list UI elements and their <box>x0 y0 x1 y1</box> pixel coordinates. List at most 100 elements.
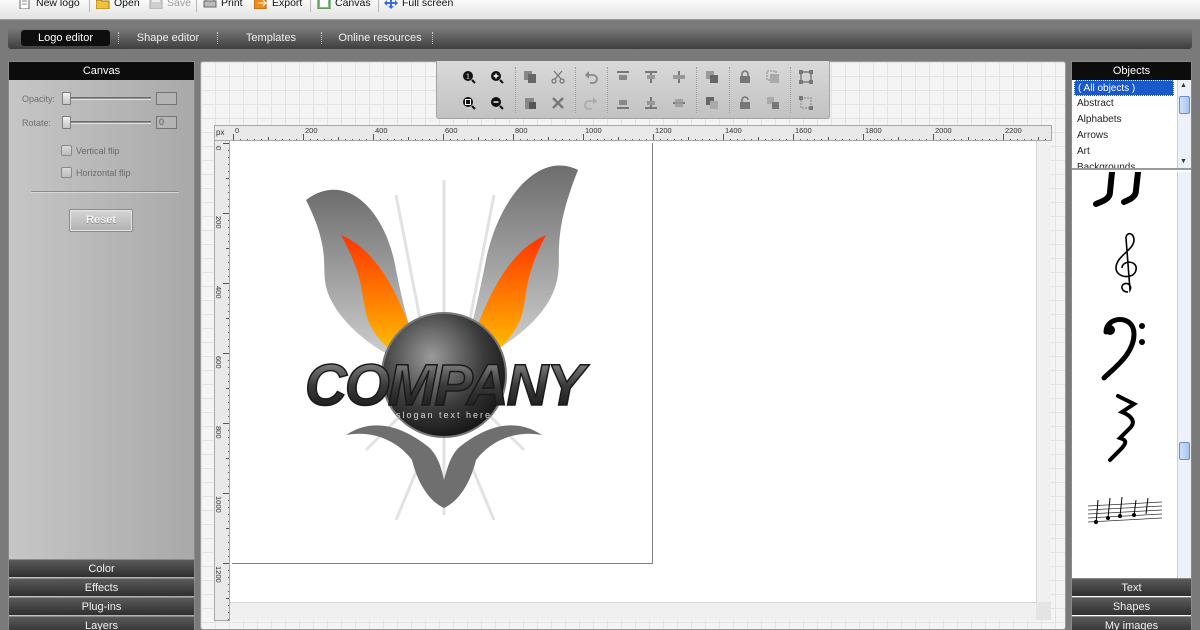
delete-icon[interactable] <box>550 95 566 111</box>
rotate-value-field[interactable]: 0 <box>156 116 177 129</box>
treble-clef-shape-icon[interactable] <box>1108 230 1148 298</box>
list-item[interactable]: Art <box>1072 144 1176 160</box>
tool-separator <box>515 67 516 113</box>
align-middle-icon[interactable] <box>643 95 659 111</box>
list-item[interactable]: Arrows <box>1072 128 1176 144</box>
tab-shape-editor[interactable]: Shape editor <box>128 30 208 46</box>
rest-shape-icon[interactable] <box>1102 392 1142 464</box>
folder-open-icon <box>95 0 110 10</box>
sheet-music-shape-icon[interactable] <box>1086 494 1166 534</box>
scrollbar-thumb[interactable] <box>1179 442 1190 460</box>
section-effects[interactable]: Effects <box>9 578 194 596</box>
list-item[interactable]: Backgrounds <box>1072 160 1176 168</box>
ruler-major-tick <box>1003 134 1004 140</box>
list-item[interactable]: ( All objects ) <box>1074 80 1174 96</box>
section-shapes[interactable]: Shapes <box>1072 597 1191 615</box>
ruler-label: 1400 <box>725 126 742 135</box>
object-category-list[interactable]: ( All objects ) Abstract Alphabets Arrow… <box>1072 80 1191 170</box>
new-logo-button[interactable]: New logo <box>18 0 80 11</box>
redo-icon[interactable] <box>583 95 599 111</box>
align-center-icon[interactable] <box>643 69 659 85</box>
canvas-button[interactable]: Canvas <box>317 0 371 11</box>
ruler-major-tick <box>793 134 794 140</box>
objects-panel: Objects ( All objects ) Abstract Alphabe… <box>1071 61 1192 630</box>
cut-icon[interactable] <box>550 69 566 85</box>
zoom-out-icon[interactable] <box>489 95 505 111</box>
section-color[interactable]: Color <box>9 559 194 577</box>
unlock-icon[interactable] <box>737 95 753 111</box>
opacity-slider[interactable] <box>63 97 151 100</box>
ruler-label: 200 <box>305 126 318 135</box>
ruler-label: 600 <box>445 126 458 135</box>
main-toolbar: New logo Open Save Print Export Canvas F… <box>0 0 1200 20</box>
align-top-icon[interactable] <box>615 69 631 85</box>
ruler-label: 1800 <box>865 126 882 135</box>
distribute-icon[interactable] <box>671 95 687 111</box>
opacity-slider-thumb[interactable] <box>62 92 71 105</box>
list-item[interactable]: Alphabets <box>1072 112 1176 128</box>
save-label: Save <box>167 0 191 9</box>
print-button[interactable]: Print <box>203 0 243 11</box>
horizontal-flip-checkbox[interactable] <box>61 167 72 178</box>
rotate-slider-thumb[interactable] <box>62 116 71 129</box>
section-text[interactable]: Text <box>1072 578 1191 596</box>
group-icon[interactable] <box>765 69 781 85</box>
align-right-icon[interactable] <box>671 69 687 85</box>
vertical-flip-checkbox[interactable] <box>61 145 72 156</box>
shape-gallery-scrollbar[interactable] <box>1177 172 1191 578</box>
canvas-vertical-scrollbar[interactable] <box>1036 141 1051 602</box>
send-backward-icon[interactable] <box>704 95 720 111</box>
copy-icon[interactable] <box>522 69 538 85</box>
open-button[interactable]: Open <box>95 0 140 11</box>
opacity-value-field[interactable] <box>156 92 177 105</box>
edit-toolbar: 1 <box>436 61 830 119</box>
fullscreen-icon <box>384 0 398 9</box>
rotate-slider[interactable] <box>63 121 151 124</box>
ruler-major-tick <box>223 283 229 284</box>
lock-icon[interactable] <box>737 69 753 85</box>
ruler-major-tick <box>223 213 229 214</box>
zoom-in-icon[interactable] <box>489 69 505 85</box>
scroll-up-arrow-icon[interactable]: ▲ <box>1180 82 1187 89</box>
save-button[interactable]: Save <box>149 0 191 11</box>
export-icon <box>253 0 268 10</box>
ruler-major-tick <box>233 134 234 140</box>
ruler-label: 0 <box>214 146 223 151</box>
music-note-shape-icon[interactable] <box>1090 172 1160 212</box>
canvas-properties-panel: Canvas Opacity: Rotate: 0 Vertical flip … <box>8 61 195 630</box>
tab-separator <box>321 32 322 44</box>
section-my-images[interactable]: My images <box>1072 616 1191 630</box>
scrollbar-thumb[interactable] <box>1179 96 1190 114</box>
bass-clef-shape-icon[interactable] <box>1100 312 1150 382</box>
zoom-fit-icon[interactable] <box>461 95 477 111</box>
reset-button[interactable]: Reset <box>69 209 133 232</box>
tab-online-resources[interactable]: Online resources <box>330 30 430 46</box>
tab-logo-editor[interactable]: Logo editor <box>21 30 110 46</box>
canvas-horizontal-scrollbar[interactable] <box>230 602 1036 620</box>
full-screen-button[interactable]: Full screen <box>384 0 453 11</box>
tool-separator <box>696 67 697 113</box>
ruler-label: 2200 <box>1005 126 1022 135</box>
scroll-down-arrow-icon[interactable]: ▼ <box>1180 158 1187 165</box>
company-logo-artwork[interactable]: COMPANY slogan text here <box>276 160 596 530</box>
ruler-label: 1200 <box>214 566 223 583</box>
align-bottom-icon[interactable] <box>615 95 631 111</box>
open-label: Open <box>114 0 140 9</box>
ruler-label: 400 <box>375 126 388 135</box>
paste-icon[interactable] <box>522 95 538 111</box>
export-button[interactable]: Export <box>253 0 303 11</box>
tab-separator <box>118 32 119 44</box>
ungroup-icon[interactable] <box>765 95 781 111</box>
tab-templates[interactable]: Templates <box>230 30 312 46</box>
select-icon[interactable] <box>798 69 814 85</box>
section-plug-ins[interactable]: Plug-ins <box>9 597 194 615</box>
bring-forward-icon[interactable] <box>704 69 720 85</box>
deselect-icon[interactable] <box>798 95 814 111</box>
export-label: Export <box>272 0 303 9</box>
zoom-1-icon[interactable]: 1 <box>461 69 477 85</box>
section-layers[interactable]: Layers <box>9 616 194 630</box>
category-list-scrollbar[interactable]: ▲ ▼ <box>1177 80 1191 168</box>
undo-icon[interactable] <box>583 69 599 85</box>
ruler-label: 1000 <box>214 496 223 513</box>
list-item[interactable]: Abstract <box>1072 96 1176 112</box>
